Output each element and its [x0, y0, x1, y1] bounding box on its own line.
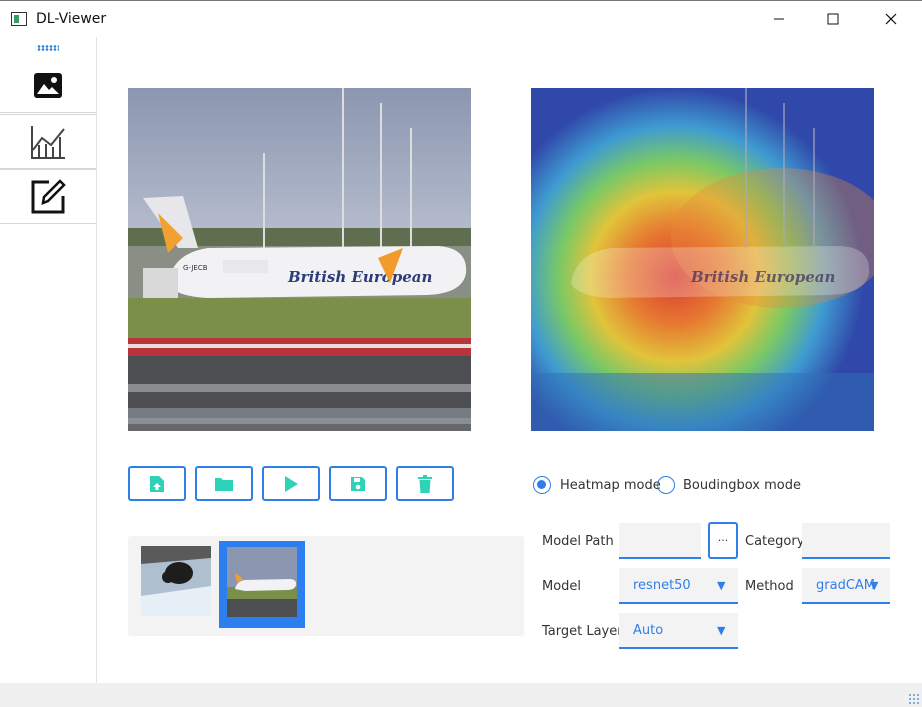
delete-button[interactable]	[396, 466, 454, 501]
save-button[interactable]	[329, 466, 387, 501]
browse-button[interactable]: ...	[708, 522, 738, 559]
upload-file-icon	[150, 475, 164, 492]
close-icon	[885, 13, 897, 25]
close-button[interactable]	[868, 1, 914, 37]
upload-button[interactable]	[128, 466, 186, 501]
play-icon	[285, 475, 298, 492]
folder-icon	[215, 477, 233, 491]
sidebar-item-chart[interactable]	[0, 114, 96, 169]
chevron-down-icon: ▼	[717, 624, 726, 637]
category-field[interactable]	[802, 523, 890, 559]
method-label: Method	[745, 579, 794, 594]
model-label: Model	[542, 579, 582, 594]
sidebar-item-edit[interactable]	[0, 169, 96, 224]
run-button[interactable]	[262, 466, 320, 501]
status-bar	[0, 683, 922, 707]
resize-grip[interactable]	[908, 693, 920, 705]
maximize-icon	[827, 13, 839, 25]
svg-text:British European: British European	[287, 268, 432, 286]
source-image: British European G-JECB	[128, 88, 471, 431]
svg-text:British European: British European	[690, 268, 835, 286]
target-layer-select[interactable]: Auto ▼	[619, 613, 738, 649]
title-bar: DL-Viewer	[0, 1, 922, 37]
model-value: resnet50	[633, 578, 691, 593]
sidebar-drag-handle[interactable]	[37, 45, 59, 51]
boundingbox-mode-label: Boudingbox mode	[683, 478, 801, 493]
svg-text:G-JECB: G-JECB	[183, 264, 208, 272]
thumbnail-item-selected[interactable]	[219, 541, 305, 628]
model-select[interactable]: resnet50 ▼	[619, 568, 738, 604]
open-folder-button[interactable]	[195, 466, 253, 501]
boundingbox-mode-radio[interactable]	[657, 476, 675, 494]
chart-icon	[31, 125, 65, 159]
target-layer-value: Auto	[633, 623, 664, 638]
chevron-down-icon: ▼	[870, 579, 879, 592]
model-path-field[interactable]	[619, 523, 701, 559]
category-label: Category	[745, 534, 805, 549]
heatmap-mode-label: Heatmap mode	[560, 478, 661, 493]
app-icon	[11, 12, 27, 26]
heatmap-mode-radio[interactable]	[533, 476, 551, 494]
minimize-icon	[774, 18, 784, 20]
method-value: gradCAM	[816, 578, 876, 593]
sidebar	[0, 37, 97, 683]
method-select[interactable]: gradCAM ▼	[802, 568, 890, 604]
chevron-down-icon: ▼	[717, 579, 726, 592]
heatmap-image: British European	[531, 88, 874, 431]
save-icon	[351, 476, 365, 491]
thumbnail-strip	[128, 536, 524, 636]
model-path-label: Model Path	[542, 534, 614, 549]
minimize-button[interactable]	[756, 1, 802, 37]
trash-icon	[418, 474, 432, 493]
maximize-button[interactable]	[810, 1, 856, 37]
sidebar-item-image[interactable]	[0, 59, 96, 113]
target-layer-label: Target Layer	[542, 624, 623, 639]
edit-icon	[31, 178, 66, 213]
window-title: DL-Viewer	[36, 11, 107, 27]
thumbnail-item[interactable]	[141, 546, 211, 616]
image-icon	[34, 72, 62, 98]
